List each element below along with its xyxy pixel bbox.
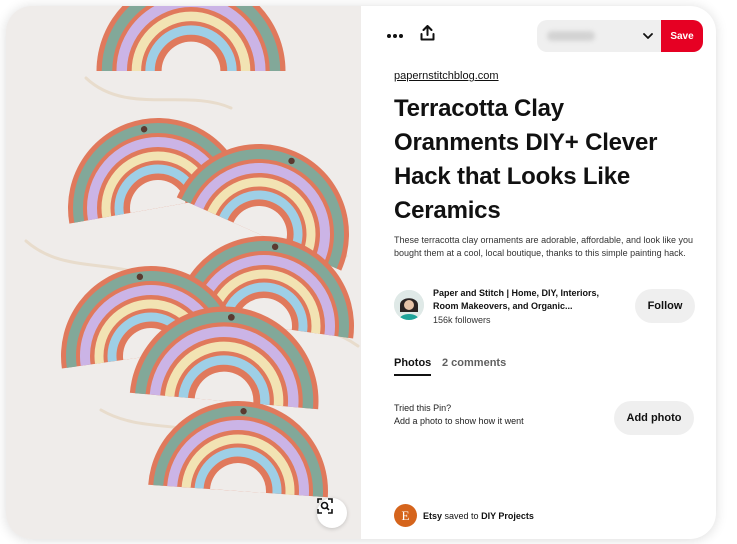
board-select-dropdown[interactable] (537, 20, 663, 52)
visual-search-button[interactable] (317, 498, 347, 528)
saved-board-link[interactable]: DIY Projects (481, 511, 534, 521)
pin-image[interactable] (6, 6, 361, 539)
source-link[interactable]: papernstitchblog.com (394, 70, 499, 82)
saved-to-text: saved to (444, 510, 479, 521)
more-options-icon (387, 26, 403, 44)
chevron-down-icon (643, 27, 653, 45)
pin-closeup-card: Save papernstitchblog.com Terracotta Cla… (6, 6, 716, 539)
pin-title: Terracotta Clay Oranments DIY+ Clever Ha… (394, 95, 658, 224)
share-button[interactable] (413, 21, 441, 49)
author-name[interactable]: Paper and Stitch | Home, DIY, Interiors,… (433, 287, 623, 313)
add-photo-button[interactable]: Add photo (614, 401, 694, 435)
author-info: Paper and Stitch | Home, DIY, Interiors,… (433, 287, 623, 327)
etsy-logo-icon[interactable]: E (394, 504, 417, 527)
save-button[interactable]: Save (661, 20, 703, 52)
more-options-button[interactable] (381, 21, 409, 49)
tried-title: Tried this Pin? (394, 403, 452, 413)
share-upload-icon (420, 24, 435, 46)
tab-comments[interactable]: 2 comments (442, 357, 506, 369)
board-select-value (547, 31, 595, 41)
follow-button[interactable]: Follow (635, 289, 695, 323)
active-tab-indicator (394, 374, 431, 376)
saved-by-user[interactable]: Etsy (423, 511, 442, 521)
avatar[interactable] (394, 290, 424, 320)
tried-subtitle: Add a photo to show how it went (394, 416, 524, 426)
saved-by-row: E Etsy saved to DIY Projects (394, 504, 534, 527)
tried-this-pin-prompt: Tried this Pin? Add a photo to show how … (394, 402, 524, 428)
follower-count: 156k followers (433, 315, 491, 325)
pin-description: These terracotta clay ornaments are ador… (394, 235, 694, 258)
pin-details-panel: Save papernstitchblog.com Terracotta Cla… (361, 6, 716, 539)
tab-photos[interactable]: Photos (394, 357, 431, 369)
rainbow-ornaments-photo (6, 6, 361, 539)
